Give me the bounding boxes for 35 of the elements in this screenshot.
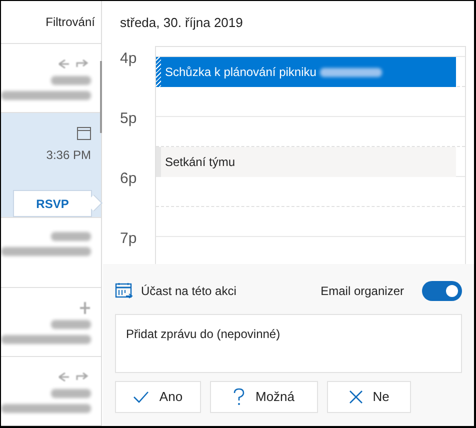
response-button[interactable]: Ano <box>115 381 201 413</box>
event-title: Schůzka k plánování pikniku <box>165 64 316 81</box>
calendar-icon <box>115 282 133 300</box>
email-organizer-toggle[interactable] <box>422 281 462 301</box>
filter-button[interactable]: Filtrování <box>46 13 95 31</box>
reply-icon[interactable] <box>57 370 91 383</box>
hour-label: 5p <box>120 110 137 127</box>
blurred-text <box>51 320 91 328</box>
blurred-text <box>320 68 382 76</box>
blurred-text <box>51 76 91 85</box>
calendar-event[interactable]: Schůzka k plánování pikniku <box>156 57 456 87</box>
response-button[interactable]: Možná <box>210 381 318 413</box>
mail-item[interactable]: 3:36 PM RSVP <box>1 113 101 218</box>
blurred-text <box>51 232 91 242</box>
reply-icon[interactable] <box>57 58 91 70</box>
response-button[interactable]: Ne <box>327 381 411 413</box>
rsvp-button[interactable]: RSVP <box>13 190 92 218</box>
hour-label: 6p <box>120 170 137 187</box>
pin-icon[interactable] <box>79 302 91 314</box>
question-icon <box>233 388 246 406</box>
hour-label: 4p <box>120 50 137 67</box>
hour-label: 7p <box>120 230 137 247</box>
calendar-event[interactable]: Setkání týmu <box>156 147 456 177</box>
mail-item[interactable] <box>1 288 101 357</box>
mail-time: 3:36 PM <box>46 147 91 164</box>
date-heading: středa, 30. října 2019 <box>120 14 243 32</box>
calendar-icon <box>77 127 91 140</box>
event-title: Setkání týmu <box>165 154 236 171</box>
email-organizer-label: Email organizer <box>320 283 404 300</box>
close-icon <box>348 390 363 404</box>
message-field[interactable]: Přidat zprávu do (nepovinné) <box>115 314 462 373</box>
blurred-text <box>51 388 91 398</box>
check-icon <box>133 391 150 403</box>
scrollbar-thumb[interactable] <box>100 61 102 133</box>
attend-label: Účast na této akci <box>141 283 236 300</box>
